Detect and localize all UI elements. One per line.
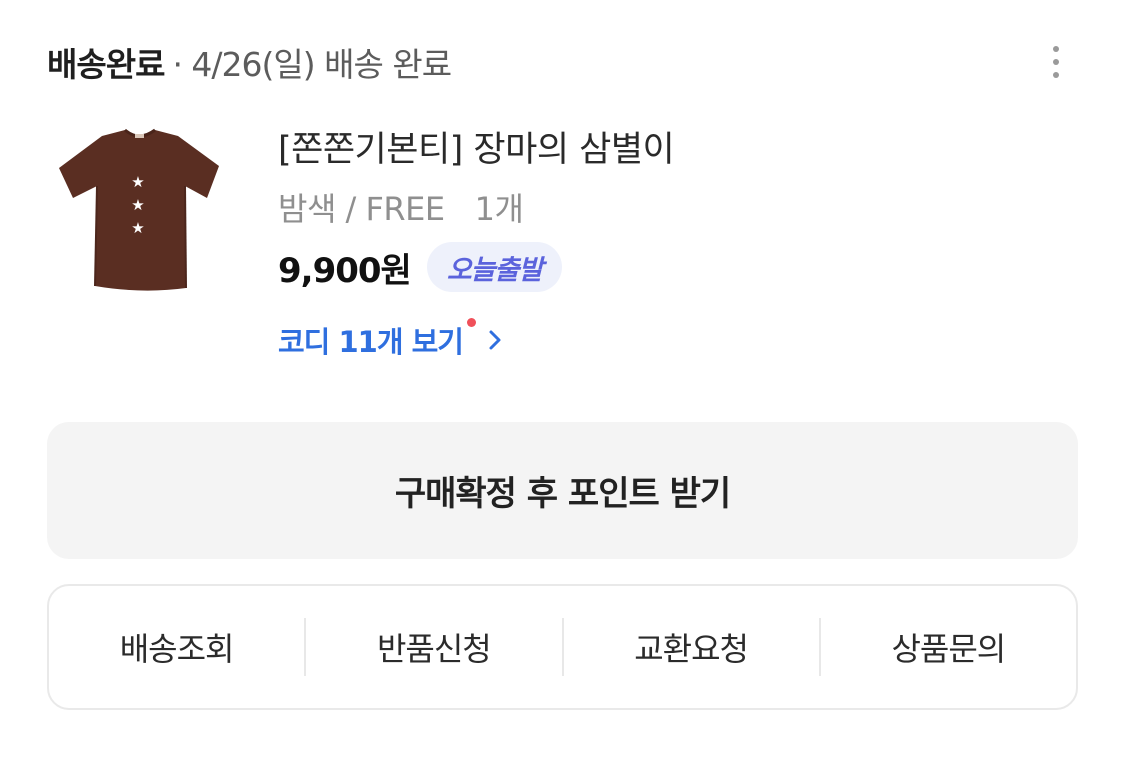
svg-text:★: ★ bbox=[131, 173, 144, 191]
order-actions-bar: 배송조회 반품신청 교환요청 상품문의 bbox=[47, 584, 1078, 710]
svg-text:★: ★ bbox=[131, 219, 144, 237]
more-options-button[interactable] bbox=[1036, 40, 1076, 84]
more-vertical-icon bbox=[1053, 46, 1059, 52]
track-delivery-button[interactable]: 배송조회 bbox=[49, 586, 304, 708]
status-detail: · 4/26(일) 배송 완료 bbox=[172, 45, 452, 84]
order-status-header: 배송완료 · 4/26(일) 배송 완료 bbox=[47, 38, 452, 86]
product-name[interactable]: [쫀쫀기본티] 장마의 삼별이 bbox=[278, 121, 675, 172]
price-row: 9,900원 오늘출발 bbox=[278, 240, 563, 294]
svg-text:★: ★ bbox=[131, 196, 144, 214]
new-indicator-dot bbox=[466, 318, 476, 327]
product-price: 9,900원 bbox=[278, 250, 412, 291]
status-title: 배송완료 bbox=[47, 45, 165, 84]
product-option: 밤색 / FREE 1개 bbox=[278, 184, 524, 230]
view-codi-link[interactable]: 코디 11개 보기 bbox=[278, 318, 504, 362]
product-image[interactable]: ★ ★ ★ bbox=[47, 116, 232, 301]
tshirt-icon: ★ ★ ★ bbox=[59, 128, 219, 291]
return-request-button[interactable]: 반품신청 bbox=[306, 586, 561, 708]
exchange-request-button[interactable]: 교환요청 bbox=[564, 586, 819, 708]
chevron-right-icon bbox=[489, 330, 501, 350]
more-vertical-icon-dot bbox=[1053, 72, 1059, 78]
option-value: 밤색 / FREE bbox=[278, 190, 445, 228]
same-day-shipping-badge: 오늘출발 bbox=[426, 242, 563, 292]
purchase-confirm-button[interactable]: 구매확정 후 포인트 받기 bbox=[47, 422, 1078, 559]
more-vertical-icon-dot bbox=[1053, 59, 1059, 65]
quantity: 1개 bbox=[474, 190, 524, 228]
codi-link-label: 코디 11개 보기 bbox=[278, 325, 464, 359]
product-inquiry-button[interactable]: 상품문의 bbox=[821, 586, 1076, 708]
